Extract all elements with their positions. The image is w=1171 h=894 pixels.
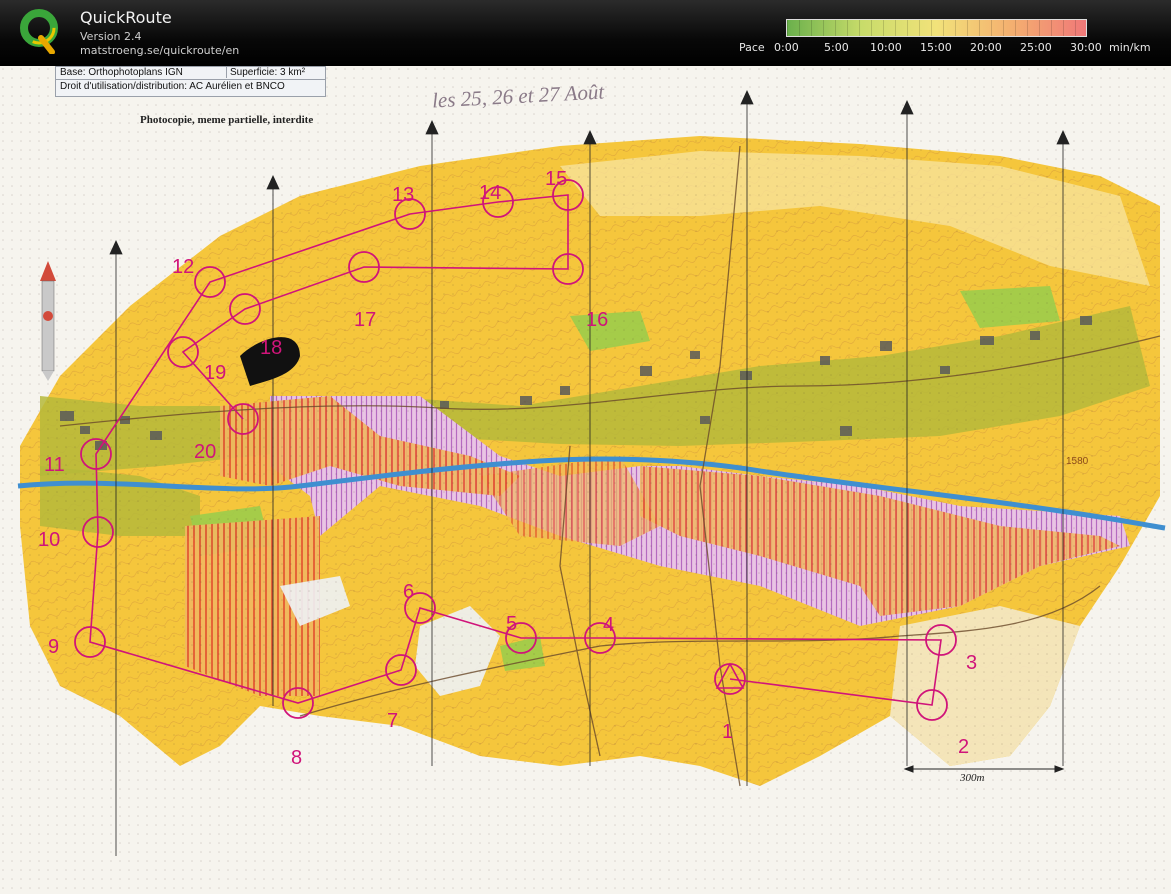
app-version: Version 2.4: [80, 30, 142, 43]
map-drawing: 12345678910111213 14151617181920: [0, 66, 1171, 894]
control-number: 2: [958, 736, 969, 758]
pace-tick: 15:00: [920, 41, 952, 54]
control-number: 14: [479, 182, 501, 204]
control-number: 5: [506, 613, 517, 635]
control-number: 7: [387, 710, 398, 732]
pace-tick: 10:00: [870, 41, 902, 54]
control-number: 1: [722, 721, 733, 743]
pace-tick: 0:00: [774, 41, 799, 54]
map-rights-info: Droit d'utilisation/distribution: AC Aur…: [60, 81, 285, 92]
control-number: 8: [291, 747, 302, 769]
pace-tick: 25:00: [1020, 41, 1052, 54]
height-label: 1580: [1066, 456, 1089, 467]
pace-label: Pace: [739, 41, 765, 54]
app-url-link[interactable]: matstroeng.se/quickroute/en: [80, 44, 239, 57]
map-surface-info: Superficie: 3 km²: [226, 67, 305, 78]
control-number: 19: [204, 362, 226, 384]
pace-color-scale: [786, 19, 1087, 37]
control-number: 6: [403, 581, 414, 603]
control-number: 15: [545, 168, 567, 190]
scale-label: 300m: [960, 772, 985, 784]
control-number: 3: [966, 652, 977, 674]
map-info-box: Base: Orthophotoplans IGN Superficie: 3 …: [55, 66, 326, 97]
control-number: 13: [392, 184, 414, 206]
app-title: QuickRoute: [80, 8, 172, 27]
map-base-info: Base: Orthophotoplans IGN: [60, 67, 183, 78]
app-header: QuickRoute Version 2.4 matstroeng.se/qui…: [0, 0, 1171, 66]
orienteering-map[interactable]: 1 2 3 4 5 6 7 8 9 10 11 12 13 14 15 16 17 18 19 20 Base: Or…: [0, 66, 1171, 894]
control-number: 18: [260, 337, 282, 359]
control-number: 16: [586, 309, 608, 331]
control-number: 10: [38, 529, 60, 551]
pace-tick: 20:00: [970, 41, 1002, 54]
pace-tick: 30:00: [1070, 41, 1102, 54]
north-arrow-icon: [40, 261, 56, 381]
control-number: 4: [603, 614, 614, 636]
control-number: 9: [48, 636, 59, 658]
quickroute-q-logo-icon: [20, 9, 58, 54]
control-number: 11: [44, 454, 65, 476]
control-number: 12: [172, 256, 194, 278]
pace-unit: min/km: [1109, 41, 1151, 54]
control-number: 17: [354, 309, 376, 331]
photocopy-note: Photocopie, meme partielle, interdite: [140, 114, 314, 126]
pace-tick: 5:00: [824, 41, 849, 54]
control-number: 20: [194, 441, 216, 463]
